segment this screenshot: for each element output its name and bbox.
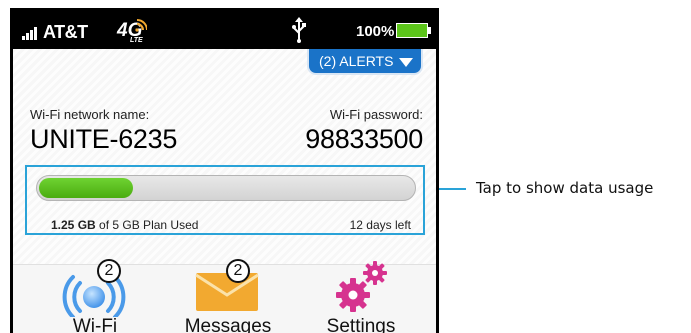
usage-bar-fill xyxy=(39,178,133,198)
battery-level: 100% xyxy=(356,23,395,40)
battery-nub xyxy=(428,27,431,34)
gears-icon xyxy=(336,261,387,312)
settings-tile-label: Settings xyxy=(326,316,396,333)
usage-plan: of 5 GB Plan Used xyxy=(95,218,199,232)
app-tiles: 2 Wi-Fi 2 Messages Settings xyxy=(13,259,436,333)
carrier-name: AT&T xyxy=(43,22,88,42)
alerts-button[interactable]: (2) ALERTS xyxy=(307,49,423,75)
callout-line xyxy=(439,188,466,190)
wifi-tile[interactable]: 2 Wi-Fi xyxy=(25,259,165,333)
callout-text: Tap to show data usage xyxy=(476,179,654,197)
wifi-tile-label: Wi-Fi xyxy=(72,316,118,333)
wifi-password-label: Wi-Fi password: xyxy=(329,107,423,122)
usb-icon xyxy=(291,17,307,43)
data-usage-meter[interactable]: 1.25 GB of 5 GB Plan Used 12 days left xyxy=(25,165,425,235)
usage-summary: 1.25 GB of 5 GB Plan Used xyxy=(51,218,198,232)
messages-badge: 2 xyxy=(226,259,250,283)
days-left: 12 days left xyxy=(349,218,411,232)
lte-icon: 4G LTE xyxy=(117,18,147,46)
signal-bars-icon xyxy=(22,27,38,40)
wifi-name-value: UNITE-6235 xyxy=(30,124,178,154)
chevron-down-icon xyxy=(399,58,413,67)
usage-bar-track xyxy=(36,175,416,201)
wifi-password-value: 98833500 xyxy=(305,124,423,154)
usage-amount: 1.25 GB xyxy=(51,218,96,232)
wifi-badge: 2 xyxy=(97,259,121,283)
battery-icon xyxy=(396,23,428,38)
settings-tile[interactable]: Settings xyxy=(291,261,431,333)
status-bar: AT&T 4G LTE 100% xyxy=(13,11,436,49)
messages-tile[interactable]: 2 Messages xyxy=(158,259,298,333)
home-panel: (2) ALERTS Wi-Fi network name: UNITE-623… xyxy=(13,49,436,264)
wifi-name-label: Wi-Fi network name: xyxy=(30,107,150,122)
alerts-label: (2) ALERTS xyxy=(319,53,394,69)
device-screen: AT&T 4G LTE 100% (2) ALERTS Wi-Fi networ… xyxy=(10,8,439,333)
messages-tile-label: Messages xyxy=(184,316,272,333)
